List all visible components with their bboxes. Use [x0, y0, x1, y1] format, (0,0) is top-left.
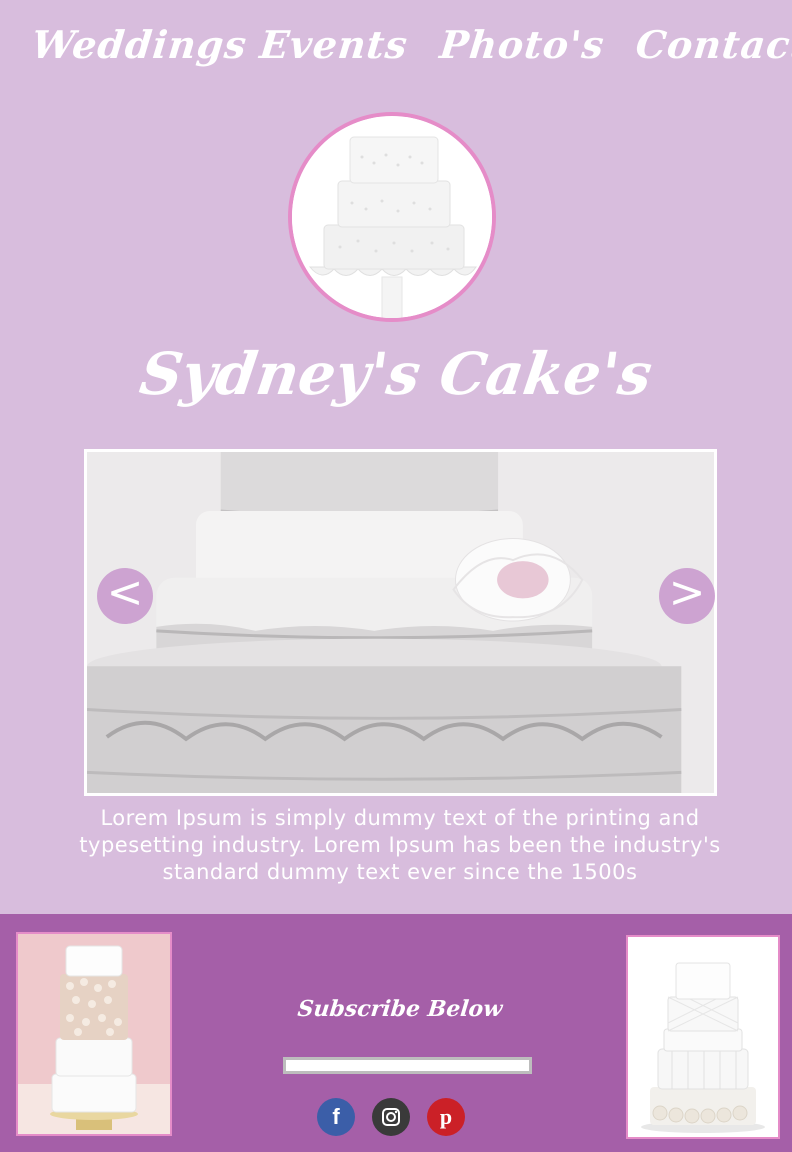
instagram-glyph [382, 1108, 400, 1126]
left-cake-illustration [18, 934, 170, 1134]
brand-title: Sydney's Cake's [135, 340, 657, 408]
subscribe-email-input[interactable] [283, 1057, 532, 1074]
intro-text: Lorem Ipsum is simply dummy text of the … [79, 806, 721, 884]
carousel-next-button[interactable]: > [659, 568, 715, 624]
nav-weddings-link[interactable]: Weddings [30, 22, 250, 67]
facebook-icon[interactable]: f [317, 1098, 355, 1136]
nav-contact-link[interactable]: Contact [634, 22, 792, 67]
pinterest-icon[interactable]: p [427, 1098, 465, 1136]
carousel-cake-image [87, 452, 714, 793]
logo-cake-illustration [292, 117, 492, 318]
subscribe-title: Subscribe Below [296, 996, 504, 1022]
footer-cake-photo-left [16, 932, 172, 1136]
footer: Subscribe Below f p [0, 914, 792, 1152]
nav-photos-link[interactable]: Photo's [438, 22, 607, 67]
nav-events-link[interactable]: Events [258, 22, 411, 67]
footer-cake-photo-right [626, 935, 780, 1139]
right-cake-illustration [628, 937, 778, 1137]
carousel-prev-button[interactable]: < [97, 568, 153, 624]
logo-cake-image [288, 112, 496, 322]
main-nav: Weddings Events Photo's Contact [0, 0, 792, 100]
instagram-icon[interactable] [372, 1098, 410, 1136]
cake-carousel[interactable] [84, 449, 717, 796]
